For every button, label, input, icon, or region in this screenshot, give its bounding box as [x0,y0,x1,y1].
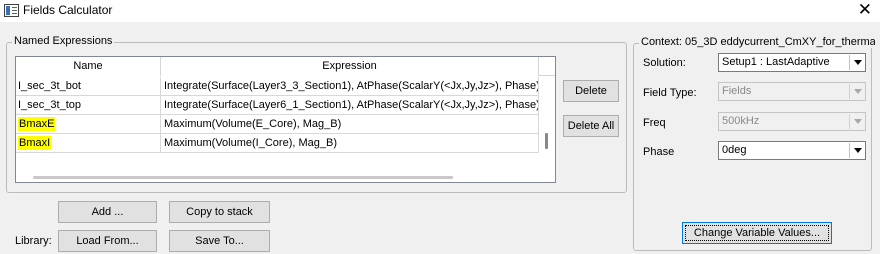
expression-value-cell: Maximum(Volume(E_Core), Mag_B) [161,115,539,133]
expression-value-cell: Maximum(Volume(I_Core), Mag_B) [161,134,539,152]
named-expressions-table[interactable]: Name Expression I_sec_3t_bot Integrate(S… [15,56,556,183]
table-row[interactable]: BmaxI Maximum(Volume(I_Core), Mag_B) [16,134,539,153]
solution-value: Setup1 : LastAdaptive [722,56,830,68]
vertical-scrollbar-thumb[interactable] [545,133,548,149]
title-bar: Fields Calculator ✕ [0,0,880,22]
highlighted-name: BmaxE [18,117,56,131]
delete-button[interactable]: Delete [563,80,619,102]
field-type-value: Fields [722,85,752,97]
column-header-name[interactable]: Name [16,57,161,76]
solution-label: Solution: [643,57,686,69]
change-variable-values-button[interactable]: Change Variable Values... [682,222,832,244]
expression-name-cell: BmaxI [16,134,161,152]
add-button[interactable]: Add ... [58,201,157,223]
freq-select[interactable]: 500kHz [718,112,866,131]
solution-select[interactable]: Setup1 : LastAdaptive [718,53,866,72]
table-header: Name Expression [16,57,555,76]
delete-all-button[interactable]: Delete All [563,115,619,137]
expression-value-cell: Integrate(Surface(Layer6_1_Section1), At… [161,96,539,114]
expression-name-cell: I_sec_3t_top [16,96,161,114]
expression-name-cell: BmaxE [16,115,161,133]
field-type-label: Field Type: [643,87,697,99]
phase-value: 0deg [722,144,747,156]
chevron-down-icon[interactable] [849,55,864,70]
context-legend: Context: 05_3D eddycurrent_CmXY_for_ther… [639,36,875,48]
chevron-down-icon[interactable] [849,114,864,129]
load-from-button[interactable]: Load From... [58,230,157,252]
freq-label: Freq [643,117,666,129]
table-row[interactable]: BmaxE Maximum(Volume(E_Core), Mag_B) [16,115,539,134]
copy-to-stack-button[interactable]: Copy to stack [169,201,270,223]
table-row[interactable]: I_sec_3t_top Integrate(Surface(Layer6_1_… [16,96,539,115]
calculator-app-icon [4,4,19,17]
expression-value-cell: Integrate(Surface(Layer3_3_Section1), At… [161,77,539,95]
freq-value: 500kHz [722,115,760,127]
save-to-button[interactable]: Save To... [169,230,270,252]
close-icon[interactable]: ✕ [858,1,872,19]
table-row[interactable]: I_sec_3t_bot Integrate(Surface(Layer3_3_… [16,77,539,96]
library-label: Library: [15,235,52,247]
named-expressions-legend: Named Expressions [12,35,115,47]
phase-label: Phase [643,146,675,158]
chevron-down-icon[interactable] [849,143,864,158]
horizontal-scrollbar-thumb[interactable] [33,176,453,179]
chevron-down-icon[interactable] [849,84,864,99]
highlighted-name: BmaxI [18,136,52,150]
window-title: Fields Calculator [23,3,113,17]
expression-name-cell: I_sec_3t_bot [16,77,161,95]
phase-select[interactable]: 0deg [718,141,866,160]
field-type-select[interactable]: Fields [718,82,866,101]
column-header-expression[interactable]: Expression [161,57,539,76]
